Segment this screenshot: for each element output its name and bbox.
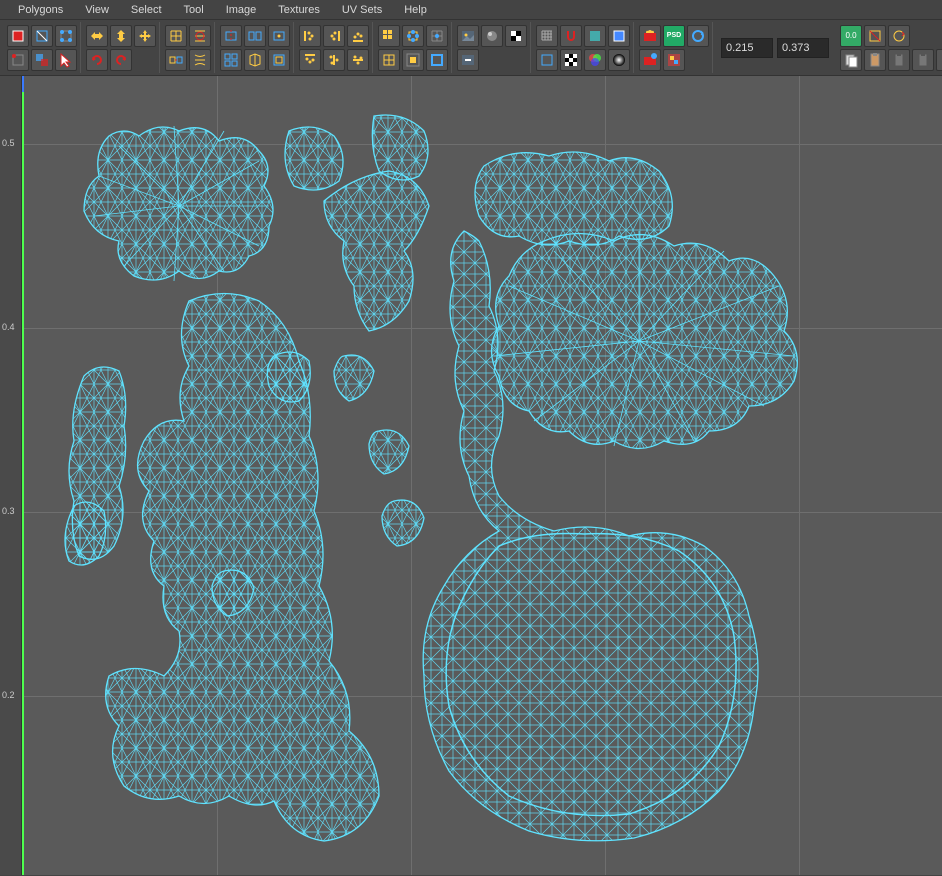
snap-toggle-button[interactable] — [560, 25, 582, 47]
flip-v-button[interactable] — [110, 25, 132, 47]
layout-button[interactable] — [220, 49, 242, 71]
ruler-tick: 0.2 — [0, 690, 21, 700]
smudge-button[interactable] — [189, 25, 211, 47]
paste-button[interactable] — [864, 49, 886, 71]
dim-button[interactable] — [481, 25, 503, 47]
zero-label: 0.0 — [845, 31, 856, 40]
paste-uv-reset-button[interactable] — [864, 25, 886, 47]
psd-label: PSD — [667, 32, 681, 39]
split-button[interactable] — [244, 25, 266, 47]
group-display — [533, 22, 634, 73]
ruler-vertical: 0.5 0.4 0.3 0.2 — [0, 76, 22, 875]
uv-viewport[interactable]: 0.5 0.4 0.3 0.2 — [0, 76, 942, 875]
alpha-button[interactable] — [608, 49, 630, 71]
move-uv-button[interactable] — [134, 25, 156, 47]
menu-help[interactable]: Help — [394, 2, 437, 18]
select-face-button[interactable] — [7, 25, 29, 47]
snap-point-button[interactable] — [402, 25, 424, 47]
menu-polygons[interactable]: Polygons — [8, 2, 73, 18]
lattice-button[interactable] — [165, 25, 187, 47]
group-grid — [375, 22, 452, 73]
menu-tool[interactable]: Tool — [174, 2, 214, 18]
group-lattice — [162, 22, 215, 73]
rgb-button[interactable] — [584, 49, 606, 71]
group-align — [296, 22, 373, 73]
move-sew-button[interactable] — [165, 49, 187, 71]
checker-small-button[interactable] — [505, 25, 527, 47]
normalize-button[interactable] — [268, 49, 290, 71]
copy-button[interactable] — [840, 49, 862, 71]
pixel-snap-button[interactable] — [378, 49, 400, 71]
u-coord-input[interactable] — [721, 38, 773, 58]
group-cut-sew — [217, 22, 294, 73]
align-center-u-button[interactable] — [323, 49, 345, 71]
align-max-v-button[interactable] — [299, 49, 321, 71]
rotate-ccw-button[interactable] — [110, 49, 132, 71]
menu-bar: Polygons View Select Tool Image Textures… — [0, 0, 942, 20]
psd-button[interactable]: PSD — [663, 25, 685, 47]
ruler-tick: 0.4 — [0, 322, 21, 332]
toggle-grid-button[interactable] — [536, 25, 558, 47]
group-image — [454, 22, 531, 73]
bake-button[interactable] — [639, 25, 661, 47]
select-uv-button[interactable] — [55, 25, 77, 47]
toolbar: PSD 0.0 ▴ ◂ 0.10 ▸ ▾ — [0, 20, 942, 76]
menu-select[interactable]: Select — [121, 2, 172, 18]
paste-u-button[interactable] — [888, 49, 910, 71]
bake-opts-button[interactable] — [639, 49, 661, 71]
sew-button[interactable] — [268, 25, 290, 47]
frame-button[interactable] — [426, 49, 448, 71]
select-vertex-button[interactable] — [7, 49, 29, 71]
relax-button[interactable] — [189, 49, 211, 71]
group-clipboard: 0.0 — [837, 22, 942, 73]
select-cursor-button[interactable] — [55, 49, 77, 71]
menu-image[interactable]: Image — [216, 2, 267, 18]
flip-u-button[interactable] — [86, 25, 108, 47]
group-bake: PSD — [636, 22, 713, 73]
ruler-tick: 0.3 — [0, 506, 21, 516]
border-button[interactable] — [608, 25, 630, 47]
cycle-uv-button[interactable] — [888, 25, 910, 47]
shade-button[interactable] — [584, 25, 606, 47]
menu-uvsets[interactable]: UV Sets — [332, 2, 392, 18]
align-min-v-button[interactable] — [347, 25, 369, 47]
rotate-cw-button[interactable] — [86, 49, 108, 71]
image-button[interactable] — [457, 25, 479, 47]
ruler-tick: 0.5 — [0, 138, 21, 148]
menu-textures[interactable]: Textures — [268, 2, 330, 18]
uv-wireframe — [24, 76, 942, 875]
image-swap-button[interactable] — [457, 49, 479, 71]
grid-button[interactable] — [378, 25, 400, 47]
nudge-opts-button[interactable] — [936, 49, 942, 71]
isolate-button[interactable] — [402, 49, 424, 71]
checker-button[interactable] — [560, 49, 582, 71]
menu-view[interactable]: View — [75, 2, 119, 18]
select-shell-button[interactable] — [31, 49, 53, 71]
coord-inputs — [715, 38, 835, 58]
snap-grid-button[interactable] — [426, 25, 448, 47]
copy-uv-reset-button[interactable]: 0.0 — [840, 25, 862, 47]
group-selection-modes — [4, 22, 81, 73]
texture-border-button[interactable] — [536, 49, 558, 71]
v-coord-input[interactable] — [777, 38, 829, 58]
group-transform-arrows — [83, 22, 160, 73]
cut-button[interactable] — [220, 25, 242, 47]
align-center-v-button[interactable] — [347, 49, 369, 71]
unfold-button[interactable] — [244, 49, 266, 71]
paste-v-button[interactable] — [912, 49, 934, 71]
select-edge-button[interactable] — [31, 25, 53, 47]
align-max-u-button[interactable] — [323, 25, 345, 47]
distortion-button[interactable] — [663, 49, 685, 71]
align-min-u-button[interactable] — [299, 25, 321, 47]
update-psd-button[interactable] — [687, 25, 709, 47]
